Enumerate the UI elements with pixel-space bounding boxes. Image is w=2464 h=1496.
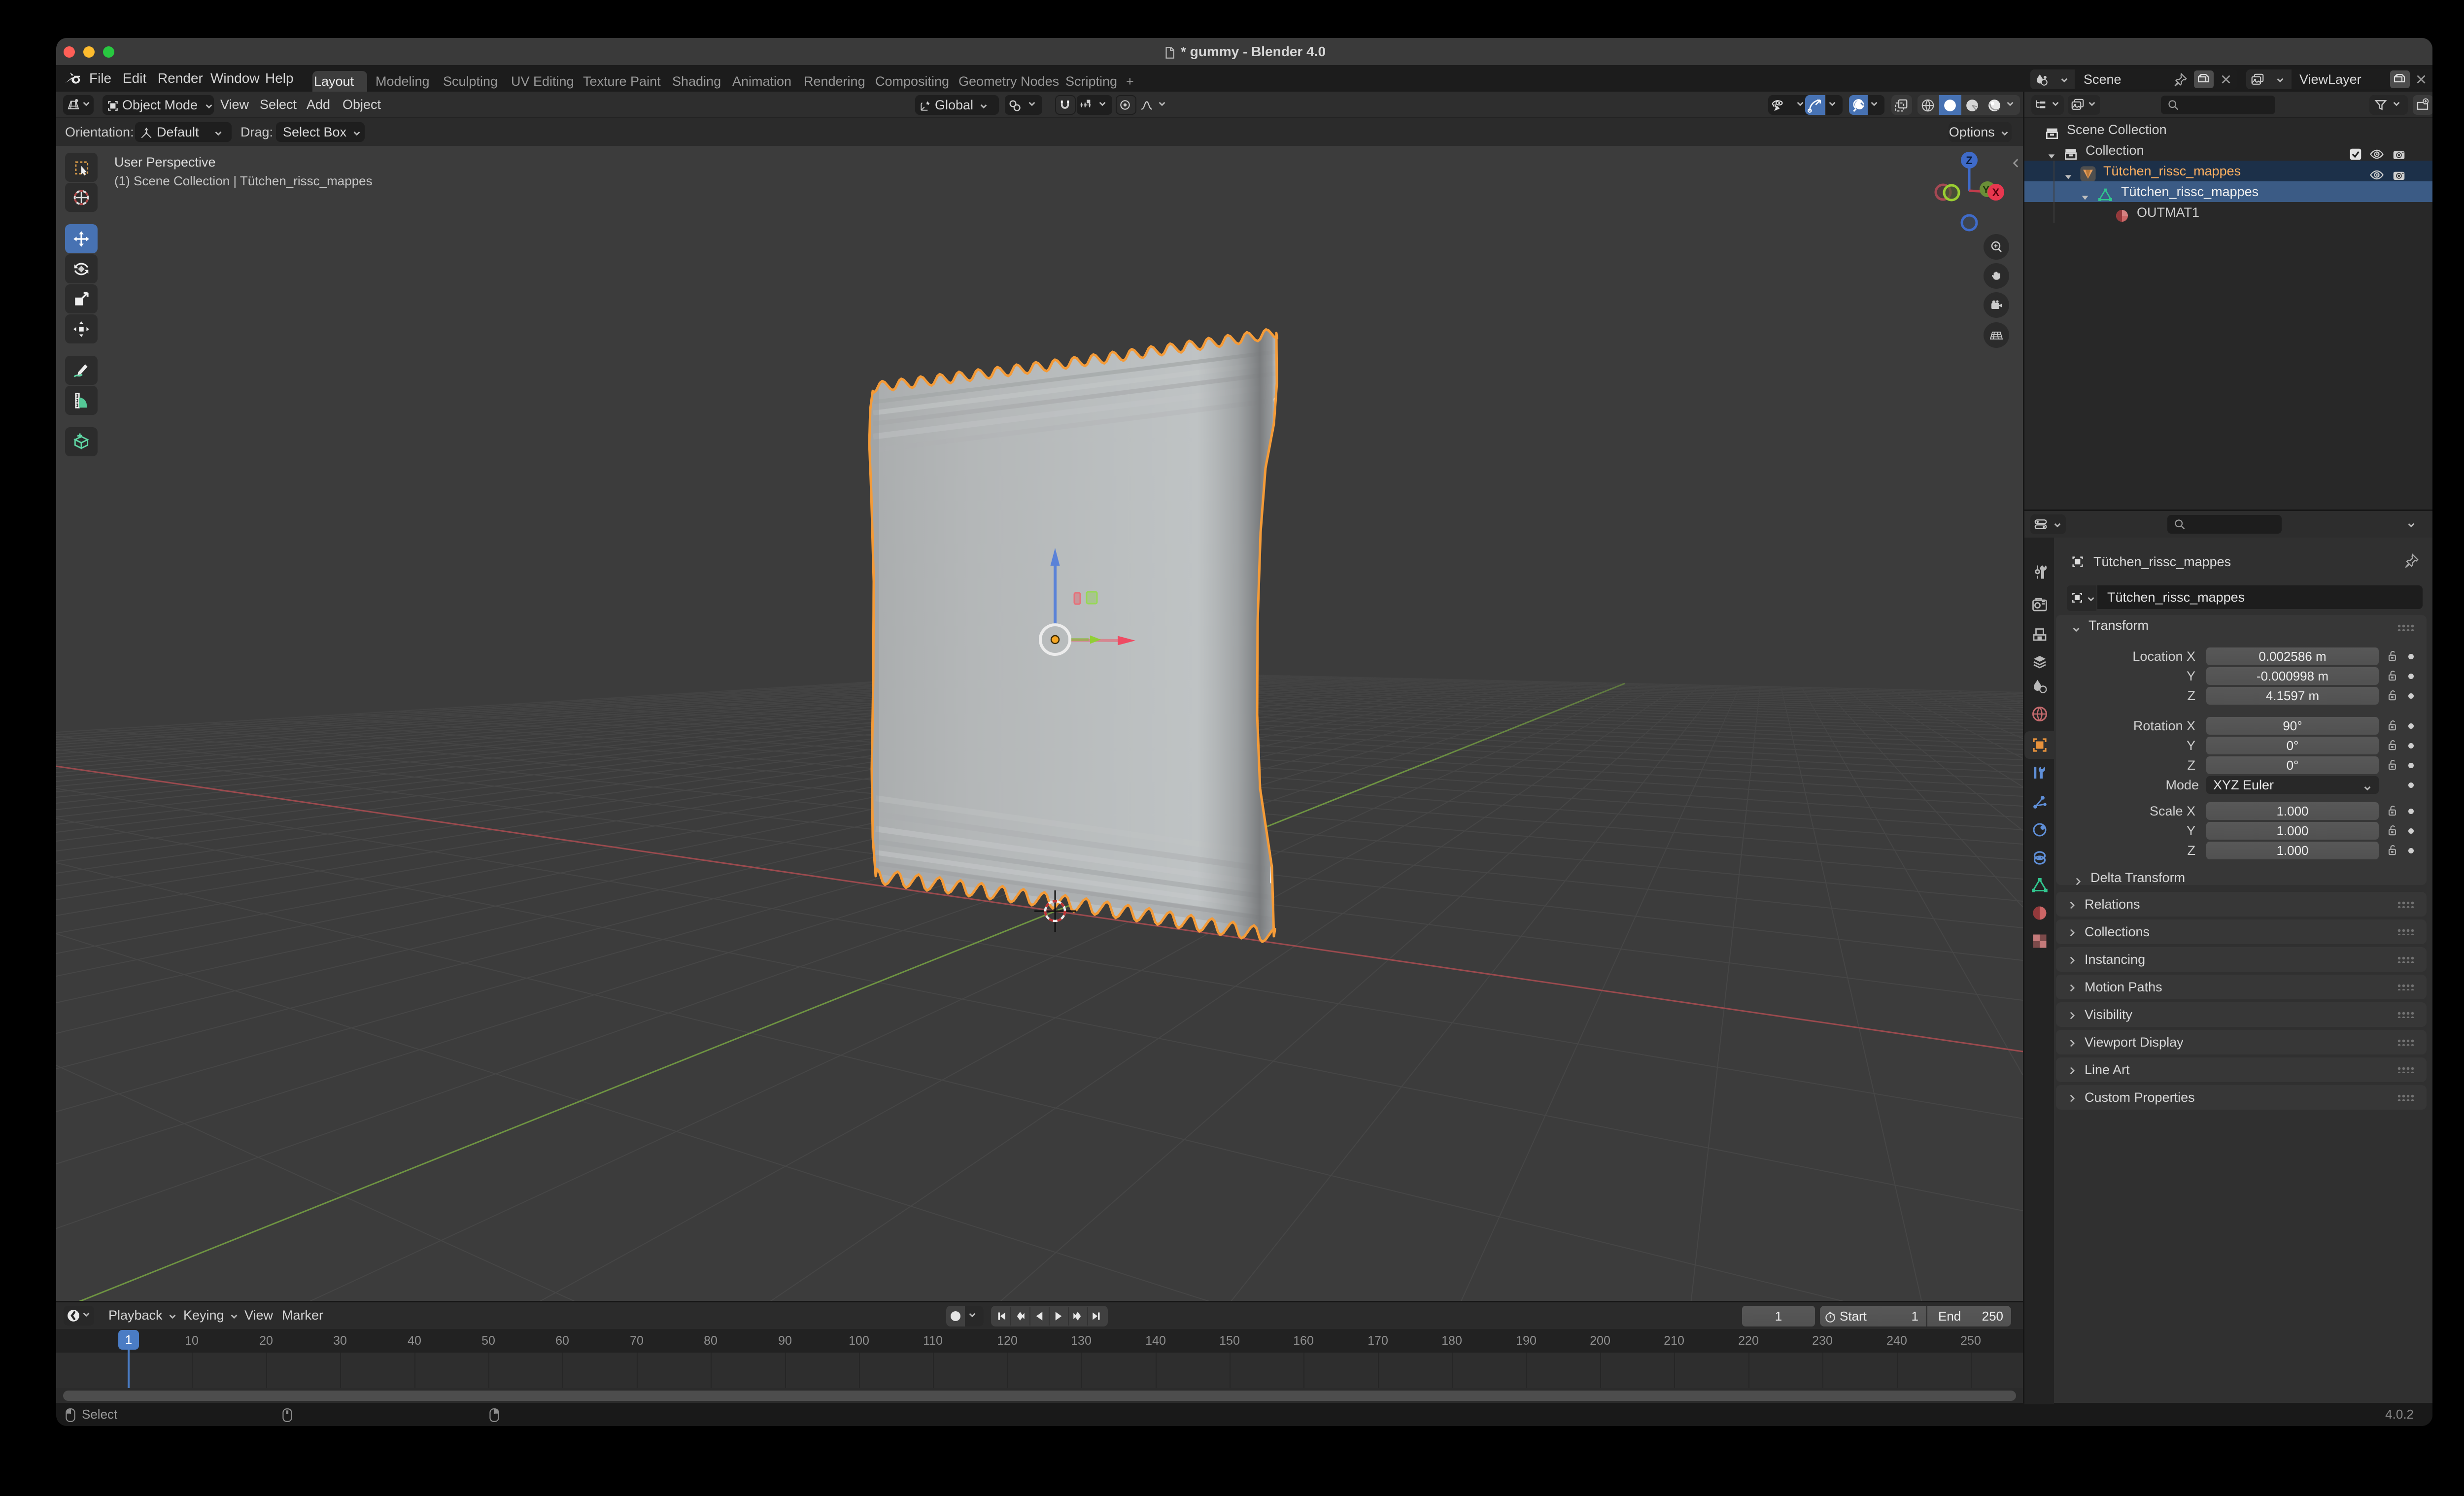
svg-text:X: X [1992, 186, 2000, 199]
svg-text:Z: Z [1966, 154, 1972, 167]
